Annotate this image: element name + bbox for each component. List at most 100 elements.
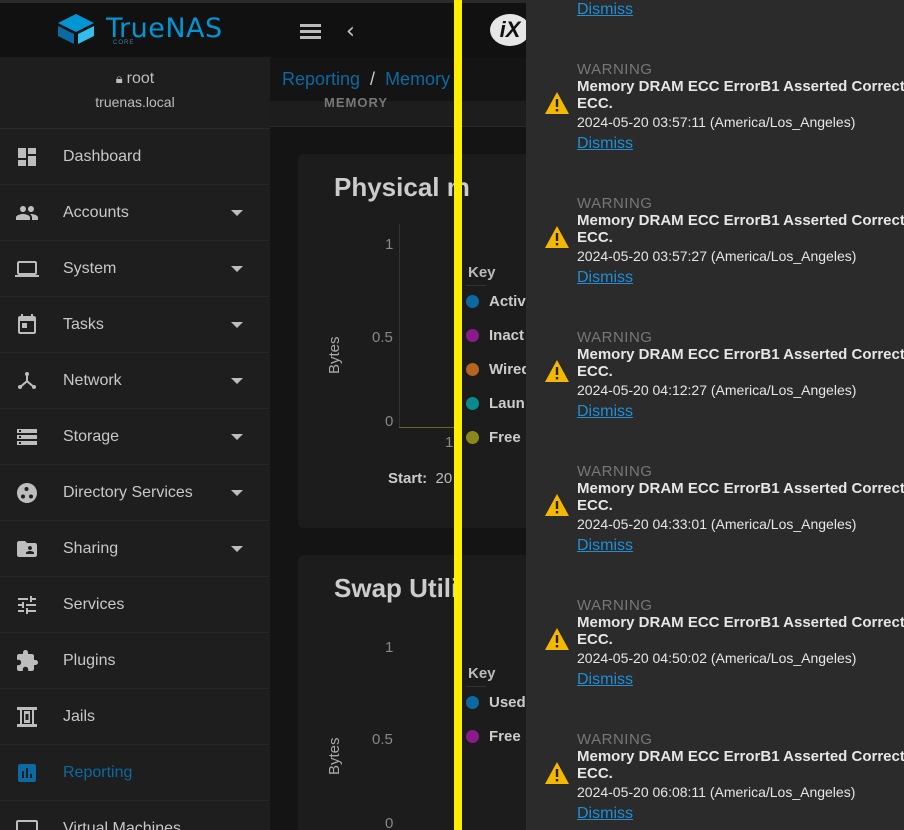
alert-timestamp: 2024-05-20 04:33:01 (America/Los_Angeles…	[577, 516, 857, 532]
warning-icon	[545, 494, 569, 516]
legend-item[interactable]: Used	[466, 694, 526, 711]
alert-message-line: Memory DRAM ECC ErrorB1 Asserted Correct…	[577, 78, 904, 95]
alert-item: WARNING Memory DRAM ECC ErrorB1 Asserted …	[526, 731, 904, 830]
legend-item[interactable]: Laun	[466, 395, 525, 412]
breadcrumb-reporting[interactable]: Reporting	[282, 69, 360, 89]
alert-timestamp: 2024-05-20 03:57:11 (America/Los_Angeles…	[577, 114, 856, 130]
y-tick: 0	[385, 815, 394, 830]
chevron-down-icon[interactable]	[231, 378, 243, 384]
sidebar-item-plugins[interactable]: Plugins	[0, 633, 270, 689]
legend-label: Laun	[489, 395, 525, 412]
dismiss-link[interactable]: Dismiss	[577, 135, 633, 153]
alert-message-line: ECC.	[577, 229, 613, 246]
calendar-icon	[14, 312, 40, 338]
sidebar-item-network[interactable]: Network	[0, 353, 270, 409]
sidebar-item-services[interactable]: Services	[0, 577, 270, 633]
legend-title: Key	[468, 665, 496, 682]
sidebar-item-label: Services	[63, 595, 125, 613]
chevron-down-icon[interactable]	[231, 434, 243, 440]
sidebar-item-dashboard[interactable]: Dashboard	[0, 129, 270, 185]
username: root	[126, 70, 155, 87]
x-tick: 1	[445, 434, 454, 451]
sidebar-item-storage[interactable]: Storage	[0, 409, 270, 465]
alert-message: Memory DRAM ECC ErrorB1 Asserted Correct…	[577, 480, 904, 514]
alert-message-line: Memory DRAM ECC ErrorB1 Asserted Correct…	[577, 748, 904, 765]
sidebar-item-label: Virtual Machines	[63, 819, 181, 830]
warning-icon	[545, 92, 569, 114]
start-label: Start:	[388, 470, 428, 487]
legend-swatch	[466, 363, 479, 376]
legend-rule	[466, 285, 486, 286]
menu-toggle-icon[interactable]	[300, 24, 321, 40]
legend-label: Used	[489, 694, 526, 711]
truenas-logo[interactable]: TrueNAS CORE	[56, 12, 223, 46]
sidebar-item-tasks[interactable]: Tasks	[0, 297, 270, 353]
dismiss-link[interactable]: Dismiss	[577, 1, 633, 19]
logo-subtitle: CORE	[113, 40, 135, 46]
legend-swatch	[466, 295, 479, 308]
legend-item[interactable]: Wired	[466, 361, 531, 378]
user-info: 🔒︎ root truenas.local	[0, 57, 270, 129]
dismiss-link[interactable]: Dismiss	[577, 537, 633, 555]
dashboard-icon	[14, 144, 40, 170]
sidebar-item-sharing[interactable]: Sharing	[0, 521, 270, 577]
legend-swatch	[466, 730, 479, 743]
y-axis-label: Bytes	[326, 737, 343, 775]
sidebar-item-system[interactable]: System	[0, 241, 270, 297]
alert-message: Memory DRAM ECC ErrorB1 Asserted Correct…	[577, 78, 904, 112]
alert-level: WARNING	[577, 731, 653, 748]
alert-item: WARNING Memory DRAM ECC ErrorB1 Asserted …	[526, 61, 904, 195]
y-tick: 1	[385, 236, 394, 253]
warning-icon	[545, 360, 569, 382]
warning-icon	[545, 226, 569, 248]
alert-message-line: ECC.	[577, 363, 613, 380]
legend-item[interactable]: Activ	[466, 293, 526, 310]
breadcrumb: Reporting / Memory	[282, 69, 450, 90]
y-axis-label: Bytes	[326, 336, 343, 374]
legend-swatch	[466, 397, 479, 410]
legend-label: Free	[489, 728, 521, 745]
chevron-left-icon[interactable]: ‹	[346, 19, 355, 44]
chevron-down-icon[interactable]	[231, 546, 243, 552]
chevron-down-icon[interactable]	[231, 266, 243, 272]
legend-item[interactable]: Free	[466, 429, 521, 446]
dismiss-link[interactable]: Dismiss	[577, 805, 633, 823]
sidebar-item-jails[interactable]: Jails	[0, 689, 270, 745]
alert-item: WARNING Memory DRAM ECC ErrorB1 Asserted …	[526, 329, 904, 463]
legend-label: Activ	[489, 293, 526, 310]
start-range: Start: 20	[388, 470, 452, 487]
sidebar-item-label: Network	[63, 371, 122, 389]
breadcrumb-memory[interactable]: Memory	[385, 69, 450, 89]
alert-message-line: Memory DRAM ECC ErrorB1 Asserted Correct…	[577, 480, 904, 497]
network-icon	[14, 368, 40, 394]
sidebar-nav: Dashboard Accounts System Tasks Network Stora…	[0, 129, 270, 830]
chevron-down-icon[interactable]	[231, 322, 243, 328]
alert-message-line: ECC.	[577, 497, 613, 514]
legend-swatch	[466, 431, 479, 444]
tune-icon	[14, 592, 40, 618]
y-axis	[399, 224, 400, 428]
sidebar-item-label: Directory Services	[63, 483, 193, 501]
sidebar-item-accounts[interactable]: Accounts	[0, 185, 270, 241]
alert-timestamp: 2024-05-20 03:57:27 (America/Los_Angeles…	[577, 248, 857, 264]
dismiss-link[interactable]: Dismiss	[577, 269, 633, 287]
dismiss-link[interactable]: Dismiss	[577, 671, 633, 689]
jail-icon	[14, 704, 40, 730]
sidebar-item-directory-services[interactable]: Directory Services	[0, 465, 270, 521]
dismiss-link[interactable]: Dismiss	[577, 403, 633, 421]
ix-logo[interactable]: iX	[490, 14, 530, 46]
legend-item[interactable]: Inact	[466, 327, 524, 344]
sidebar-item-virtual-machines[interactable]: Virtual Machines	[0, 801, 270, 830]
hostname: truenas.local	[95, 94, 175, 110]
legend-label: Free	[489, 429, 521, 446]
chevron-down-icon[interactable]	[231, 210, 243, 216]
sidebar-item-label: Sharing	[63, 539, 119, 557]
alert-message-line: ECC.	[577, 765, 613, 782]
chevron-down-icon[interactable]	[231, 490, 243, 496]
sidebar-item-reporting[interactable]: Reporting	[0, 745, 270, 801]
legend-title: Key	[468, 264, 496, 281]
puzzle-icon	[14, 648, 40, 674]
sidebar-item-label: Tasks	[63, 315, 104, 333]
x-axis	[399, 427, 459, 428]
legend-item[interactable]: Free	[466, 728, 521, 745]
